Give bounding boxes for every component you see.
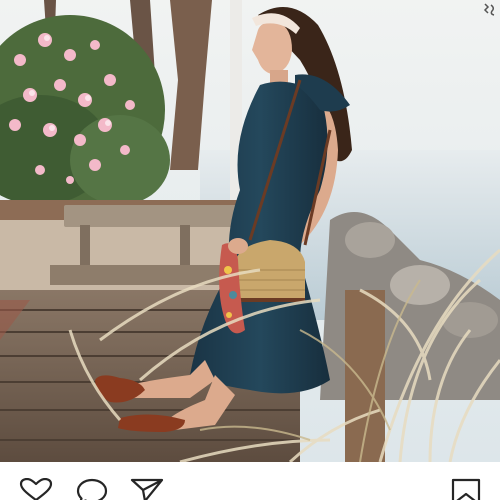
corner-logo-icon bbox=[483, 3, 495, 16]
speech-bubble-icon[interactable] bbox=[75, 478, 109, 500]
photo-illustration bbox=[0, 0, 500, 462]
post-photo[interactable] bbox=[0, 0, 500, 462]
post-action-bar bbox=[0, 462, 500, 500]
bookmark-icon[interactable] bbox=[449, 478, 483, 500]
instagram-post bbox=[0, 0, 500, 500]
paper-plane-icon[interactable] bbox=[130, 478, 164, 500]
heart-outline-icon[interactable] bbox=[19, 478, 53, 500]
